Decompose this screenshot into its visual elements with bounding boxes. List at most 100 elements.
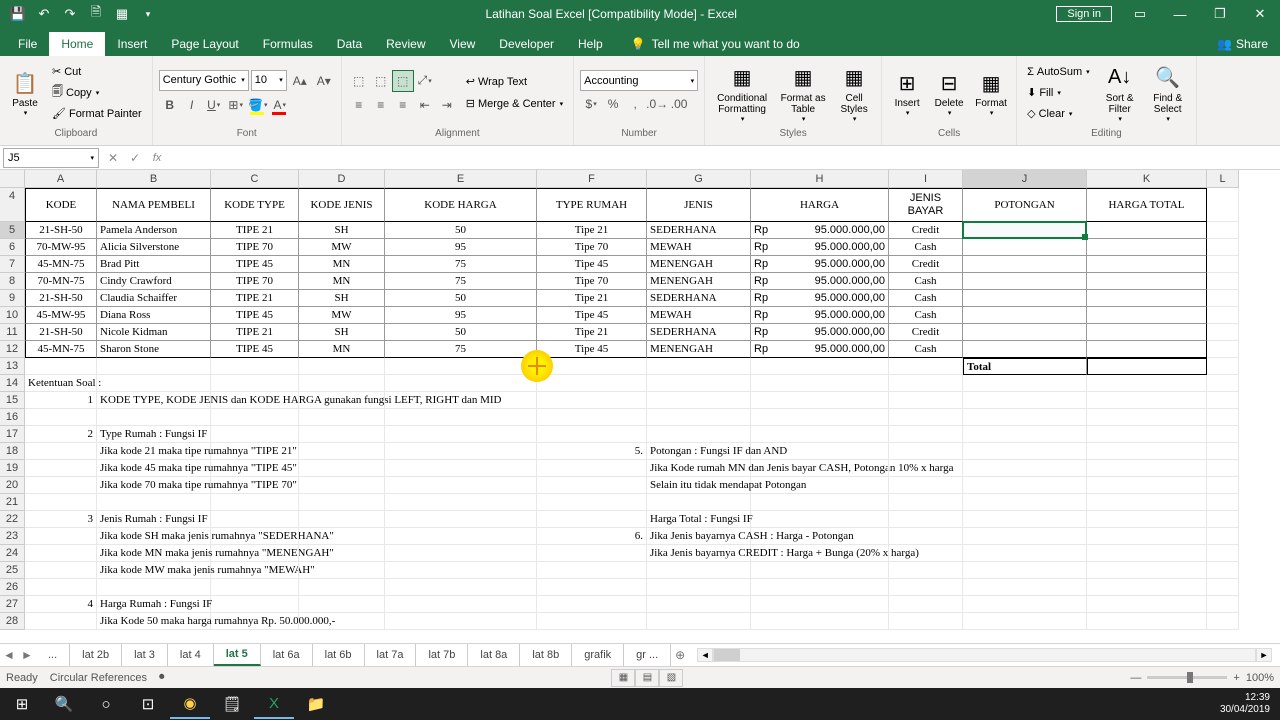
cell[interactable]: Jika kode SH maka jenis rumahnya "SEDERH…	[97, 528, 211, 545]
row-header-14[interactable]: 14	[0, 375, 25, 392]
cell[interactable]: SH	[299, 324, 385, 341]
cell[interactable]	[1087, 239, 1207, 256]
cell[interactable]	[1207, 443, 1239, 460]
cell[interactable]	[537, 579, 647, 596]
row-header-11[interactable]: 11	[0, 324, 25, 341]
cell[interactable]	[963, 579, 1087, 596]
zoom-slider[interactable]	[1147, 676, 1227, 679]
cell[interactable]: 1	[25, 392, 97, 409]
row-header-5[interactable]: 5	[0, 222, 25, 239]
cell[interactable]: MENENGAH	[647, 341, 751, 358]
cell[interactable]	[1087, 307, 1207, 324]
cell[interactable]: Jika Jenis bayarnya CREDIT : Harga + Bun…	[647, 545, 751, 562]
cell[interactable]	[751, 358, 889, 375]
cell[interactable]	[751, 511, 889, 528]
row-header-21[interactable]: 21	[0, 494, 25, 511]
macro-record-icon[interactable]: ⏺	[159, 671, 165, 684]
cell[interactable]	[1207, 341, 1239, 358]
cell[interactable]: SEDERHANA	[647, 324, 751, 341]
cell[interactable]	[647, 392, 751, 409]
cell[interactable]	[889, 409, 963, 426]
hscroll-left[interactable]: ◄	[697, 648, 713, 662]
cell[interactable]: Tipe 45	[537, 341, 647, 358]
cell[interactable]	[1207, 545, 1239, 562]
sheet-tab-lat8b[interactable]: lat 8b	[520, 644, 572, 666]
decrease-decimal-button[interactable]: .00	[668, 93, 690, 115]
cell[interactable]: Potongan : Fungsi IF dan AND	[647, 443, 751, 460]
row-header-27[interactable]: 27	[0, 596, 25, 613]
cell[interactable]	[1207, 460, 1239, 477]
row-header-16[interactable]: 16	[0, 409, 25, 426]
cell[interactable]	[647, 494, 751, 511]
cell[interactable]: TIPE 21	[211, 290, 299, 307]
cell[interactable]: JENISBAYAR	[889, 188, 963, 222]
col-header-C[interactable]: C	[211, 170, 299, 188]
start-icon[interactable]: ⊞	[2, 689, 42, 719]
cell[interactable]: Credit	[889, 222, 963, 239]
cell[interactable]: MW	[299, 307, 385, 324]
cell[interactable]	[211, 426, 299, 443]
cell[interactable]: 95	[385, 239, 537, 256]
cell[interactable]	[299, 613, 385, 630]
cell[interactable]: MN	[299, 273, 385, 290]
cell[interactable]	[889, 375, 963, 392]
tab-scroll-first[interactable]: ◄	[0, 645, 18, 665]
cell[interactable]: Cash	[889, 290, 963, 307]
cell[interactable]: Tipe 21	[537, 324, 647, 341]
cell[interactable]	[963, 392, 1087, 409]
cell[interactable]	[385, 409, 537, 426]
font-size-select[interactable]: 10▾	[251, 70, 287, 91]
comma-button[interactable]: ,	[624, 93, 646, 115]
zoom-level[interactable]: 100%	[1246, 672, 1274, 684]
cell[interactable]: 75	[385, 256, 537, 273]
cell[interactable]	[1207, 307, 1239, 324]
cell[interactable]	[1087, 596, 1207, 613]
cell[interactable]: Total	[963, 358, 1087, 375]
cell[interactable]: 21-SH-50	[25, 222, 97, 239]
cortana-icon[interactable]: ○	[86, 689, 126, 719]
qat-btn5[interactable]: ▦	[110, 2, 134, 26]
col-header-I[interactable]: I	[889, 170, 963, 188]
tab-view[interactable]: View	[438, 32, 488, 56]
cell[interactable]	[1207, 477, 1239, 494]
cell[interactable]	[211, 562, 299, 579]
cell[interactable]: Rp95.000.000,00	[751, 256, 889, 273]
cell[interactable]	[97, 579, 211, 596]
cell[interactable]	[1207, 613, 1239, 630]
redo-icon[interactable]: ↷	[58, 2, 82, 26]
cell[interactable]	[25, 477, 97, 494]
font-color-button[interactable]: A▾	[269, 94, 291, 116]
cell[interactable]	[963, 256, 1087, 273]
row-header-22[interactable]: 22	[0, 511, 25, 528]
tab-page-layout[interactable]: Page Layout	[159, 32, 250, 56]
row-header-26[interactable]: 26	[0, 579, 25, 596]
decrease-indent-button[interactable]: ⇤	[414, 94, 436, 116]
row-header-28[interactable]: 28	[0, 613, 25, 630]
col-header-J[interactable]: J	[963, 170, 1087, 188]
cell[interactable]: Rp95.000.000,00	[751, 239, 889, 256]
cell[interactable]: POTONGAN	[963, 188, 1087, 222]
cell[interactable]	[751, 426, 889, 443]
cell[interactable]	[97, 358, 211, 375]
cell[interactable]	[97, 409, 211, 426]
view-page-break-button[interactable]: ▧	[659, 669, 683, 687]
cell[interactable]: MN	[299, 256, 385, 273]
cell[interactable]: Tipe 21	[537, 290, 647, 307]
cell[interactable]	[537, 511, 647, 528]
cell[interactable]: Jika kode 45 maka tipe rumahnya "TIPE 45…	[97, 460, 211, 477]
cell[interactable]	[889, 392, 963, 409]
cell[interactable]	[1087, 222, 1207, 239]
cell[interactable]: TIPE 21	[211, 324, 299, 341]
cell[interactable]	[751, 579, 889, 596]
sheet-tab-lat4[interactable]: lat 4	[168, 644, 214, 666]
cell[interactable]: Tipe 45	[537, 307, 647, 324]
cell[interactable]	[299, 545, 385, 562]
cell[interactable]: Credit	[889, 256, 963, 273]
cell[interactable]: Jika Kode rumah MN dan Jenis bayar CASH,…	[647, 460, 751, 477]
cell[interactable]	[211, 375, 299, 392]
cell[interactable]: Tipe 70	[537, 239, 647, 256]
cell[interactable]	[963, 613, 1087, 630]
sheet-tab-lat2b[interactable]: lat 2b	[70, 644, 122, 666]
row-header-6[interactable]: 6	[0, 239, 25, 256]
undo-icon[interactable]: ↶	[32, 2, 56, 26]
